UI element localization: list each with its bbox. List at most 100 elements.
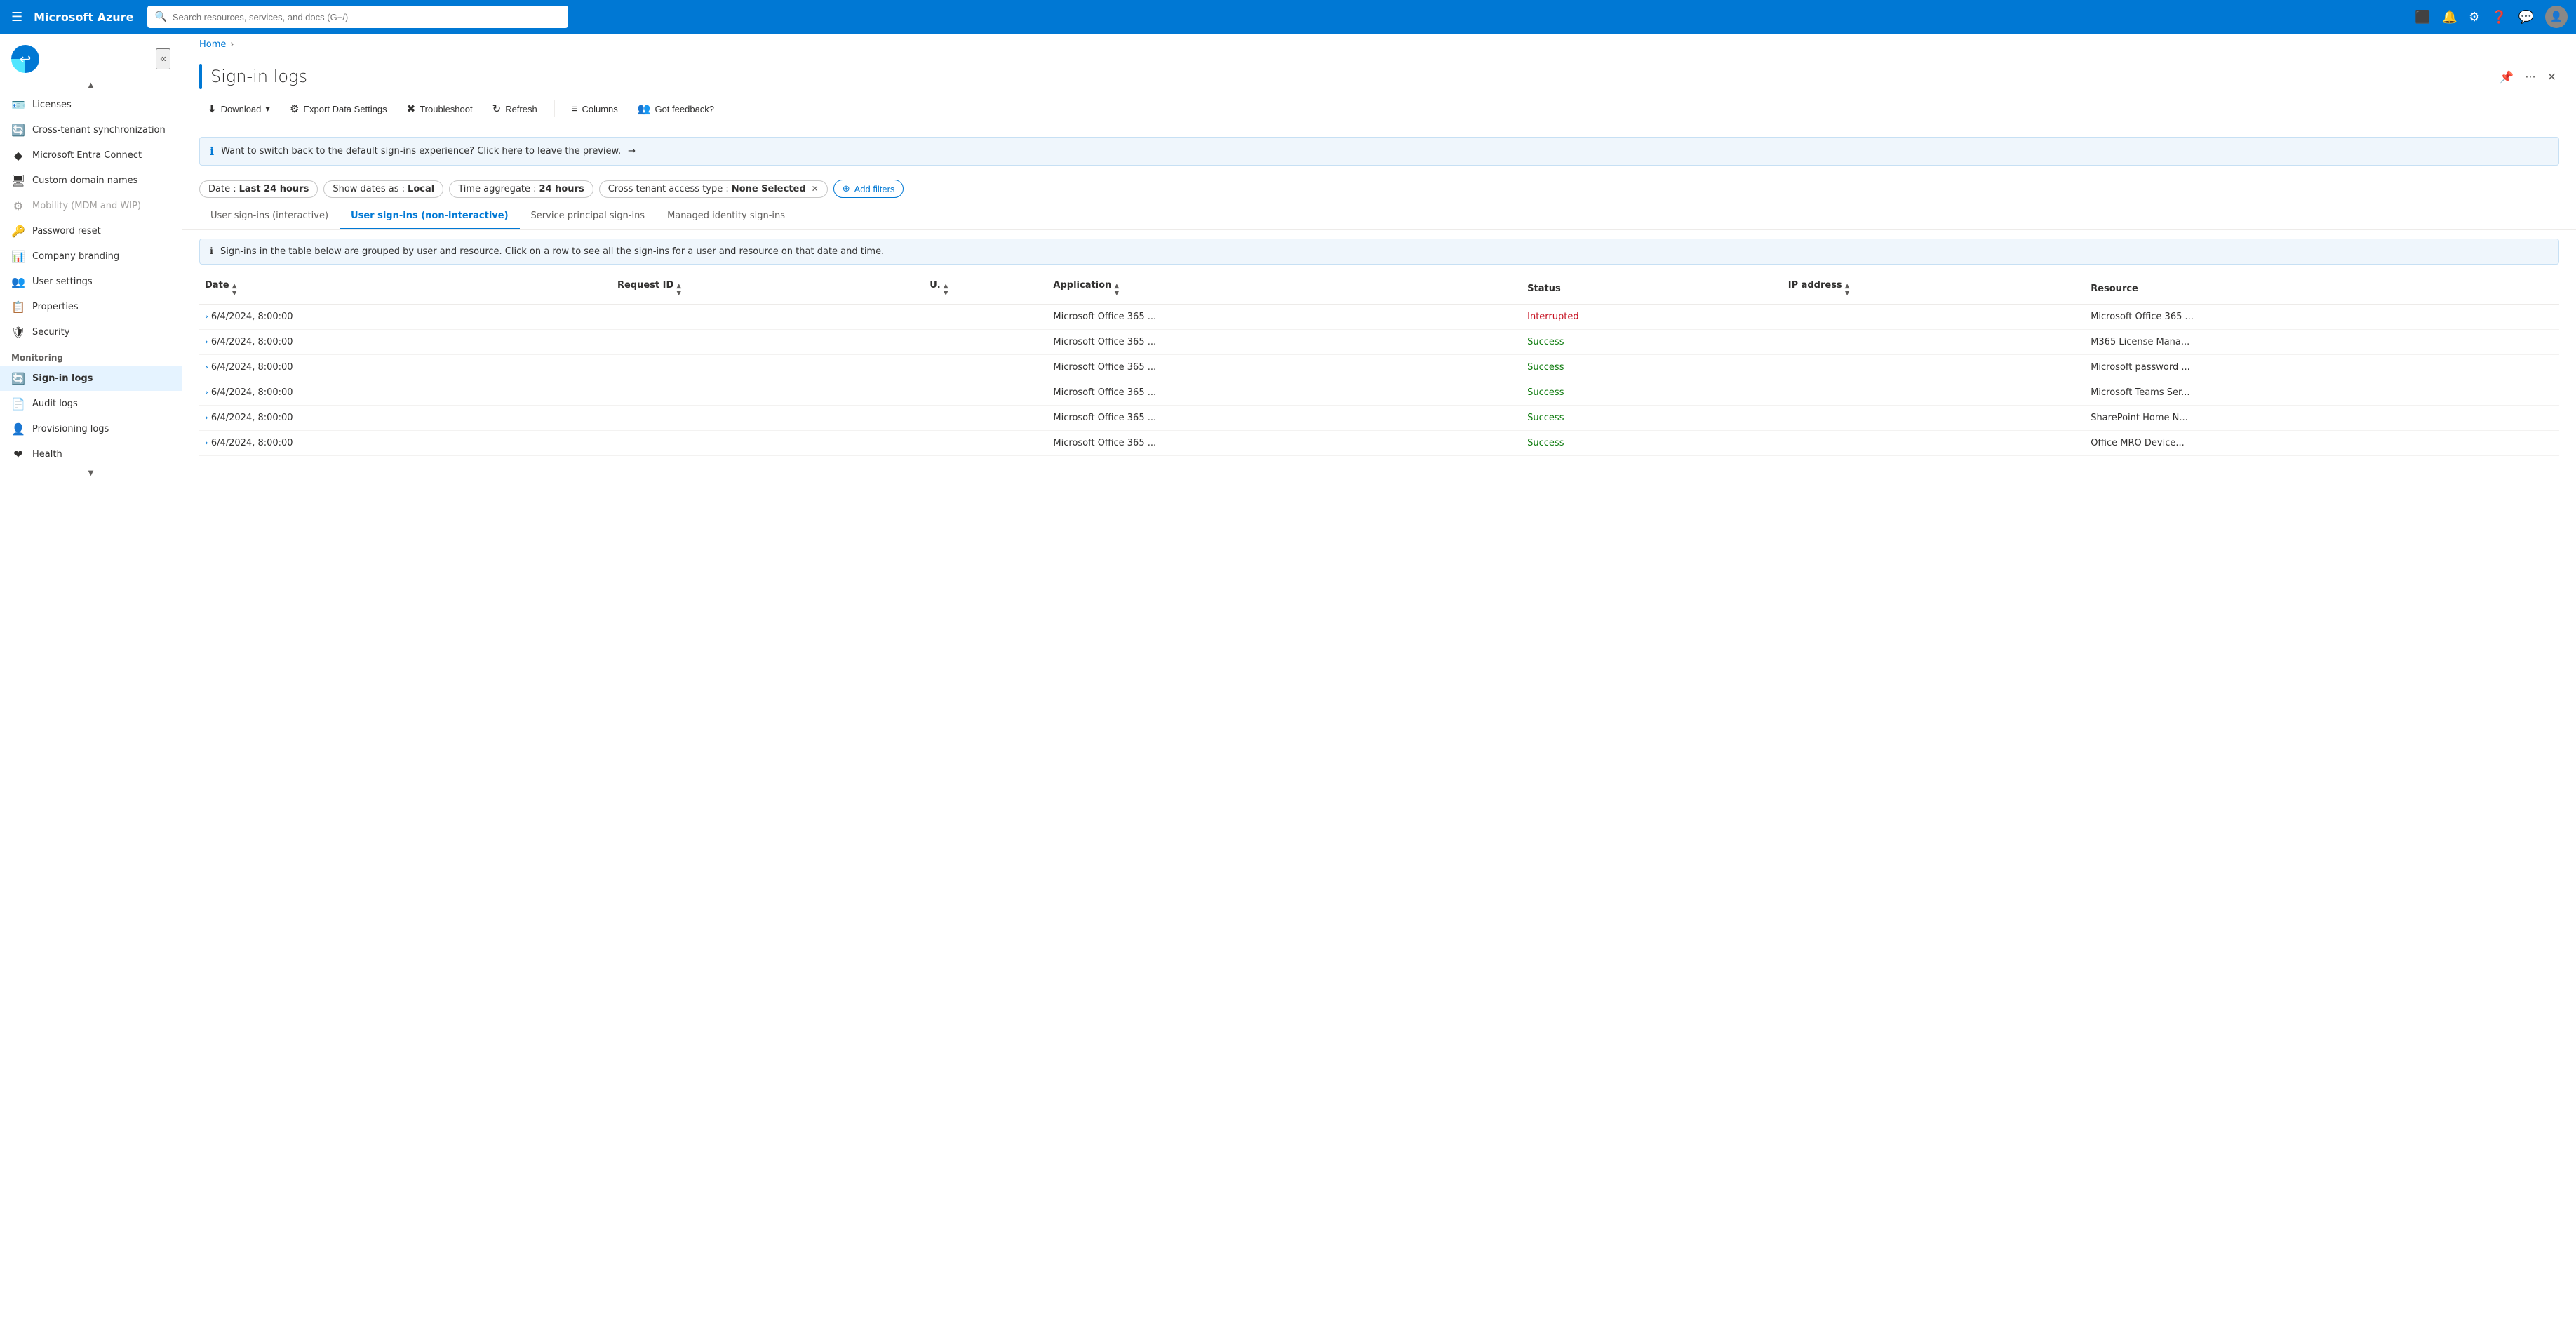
- cell-request-id-5: [612, 431, 924, 456]
- bell-icon[interactable]: 🔔: [2442, 10, 2457, 25]
- toolbar: ⬇ Download ▾ ⚙ Export Data Settings ✖ Tr…: [182, 90, 2576, 128]
- sort-icon: ▲▼: [232, 283, 237, 297]
- sidebar-item-mobility: ⚙ Mobility (MDM and WIP): [0, 193, 182, 218]
- sidebar-item-custom-domain[interactable]: 🖥 Custom domain names: [0, 168, 182, 193]
- col-header-date[interactable]: Date▲▼: [199, 273, 612, 305]
- row-expand-5[interactable]: ›: [205, 438, 208, 448]
- app-title: Microsoft Azure: [34, 11, 133, 24]
- col-header-status: Status: [1522, 273, 1783, 305]
- sidebar-item-password-reset[interactable]: 🔑 Password reset: [0, 218, 182, 244]
- sidebar-scroll-up[interactable]: ▲: [0, 79, 182, 92]
- sidebar-item-properties[interactable]: 📋 Properties: [0, 294, 182, 319]
- page-header-actions: 📌 ··· ✕: [2497, 67, 2559, 86]
- help-icon[interactable]: ❓: [2491, 10, 2507, 25]
- preview-banner-text: Want to switch back to the default sign-…: [221, 146, 621, 156]
- sidebar-item-cross-tenant[interactable]: 🔄 Cross-tenant synchronization: [0, 117, 182, 142]
- sidebar-item-entra-connect[interactable]: ◆ Microsoft Entra Connect: [0, 142, 182, 168]
- search-box[interactable]: 🔍: [147, 6, 568, 28]
- terminal-icon[interactable]: ⬛: [2415, 10, 2430, 25]
- cross-tenant-filter-chip[interactable]: Cross tenant access type : None Selected…: [599, 180, 828, 198]
- download-button[interactable]: ⬇ Download ▾: [199, 98, 279, 119]
- tabs: User sign-ins (interactive)User sign-ins…: [182, 204, 2576, 230]
- table-row[interactable]: ›6/4/2024, 8:00:00 Microsoft Office 365 …: [199, 431, 2559, 456]
- sidebar-item-provisioning-logs[interactable]: 👤 Provisioning logs: [0, 416, 182, 441]
- cell-resource-1: M365 License Mana...: [2085, 330, 2559, 355]
- audit-logs-icon: 📄: [11, 396, 25, 411]
- table-row[interactable]: ›6/4/2024, 8:00:00 Microsoft Office 365 …: [199, 355, 2559, 380]
- tab-service-principal[interactable]: Service principal sign-ins: [520, 204, 657, 229]
- hamburger-menu[interactable]: ☰: [8, 7, 25, 27]
- sidebar-item-label-properties: Properties: [32, 302, 79, 312]
- row-expand-0[interactable]: ›: [205, 312, 208, 321]
- cell-status-3: Success: [1522, 380, 1783, 406]
- feedback-icon[interactable]: 💬: [2518, 10, 2534, 25]
- cell-application-3: Microsoft Office 365 ...: [1047, 380, 1522, 406]
- cross-tenant-close-icon[interactable]: ✕: [812, 184, 819, 194]
- table-row[interactable]: ›6/4/2024, 8:00:00 Microsoft Office 365 …: [199, 330, 2559, 355]
- add-filters-button[interactable]: ⊕ Add filters: [833, 180, 904, 198]
- feedback-button[interactable]: 👥 Got feedback?: [629, 98, 723, 119]
- sidebar-item-health[interactable]: ❤ Health: [0, 441, 182, 467]
- topbar: ☰ Microsoft Azure 🔍 ⬛ 🔔 ⚙ ❓ 💬 👤: [0, 0, 2576, 34]
- entra-connect-icon: ◆: [11, 148, 25, 162]
- table-row[interactable]: ›6/4/2024, 8:00:00 Microsoft Office 365 …: [199, 380, 2559, 406]
- date-filter-chip[interactable]: Date : Last 24 hours: [199, 180, 318, 198]
- more-options-icon[interactable]: ···: [2522, 67, 2538, 86]
- row-expand-3[interactable]: ›: [205, 387, 208, 397]
- download-chevron: ▾: [265, 103, 270, 114]
- cell-status-2: Success: [1522, 355, 1783, 380]
- sidebar-item-security[interactable]: 🛡 Security: [0, 319, 182, 345]
- avatar[interactable]: 👤: [2545, 6, 2568, 28]
- sidebar-item-label-company-branding: Company branding: [32, 251, 119, 262]
- sidebar-item-audit-logs[interactable]: 📄 Audit logs: [0, 391, 182, 416]
- sidebar-item-user-settings[interactable]: 👥 User settings: [0, 269, 182, 294]
- row-expand-2[interactable]: ›: [205, 362, 208, 372]
- tab-managed-identity[interactable]: Managed identity sign-ins: [656, 204, 796, 229]
- cell-application-0: Microsoft Office 365 ...: [1047, 305, 1522, 330]
- col-header-ip_address[interactable]: IP address▲▼: [1783, 273, 2086, 305]
- toolbar-divider: [554, 100, 555, 117]
- table-row[interactable]: ›6/4/2024, 8:00:00 Microsoft Office 365 …: [199, 305, 2559, 330]
- close-icon[interactable]: ✕: [2544, 67, 2559, 86]
- search-input[interactable]: [173, 12, 562, 22]
- sort-icon: ▲▼: [1114, 283, 1119, 297]
- columns-button[interactable]: ≡ Columns: [563, 99, 626, 119]
- pin-icon[interactable]: 📌: [2497, 67, 2516, 86]
- preview-info-banner[interactable]: ℹ Want to switch back to the default sig…: [199, 137, 2559, 166]
- sign-in-logs-icon: 🔄: [11, 371, 25, 385]
- sort-icon: ▲▼: [1845, 283, 1850, 297]
- row-expand-1[interactable]: ›: [205, 337, 208, 347]
- col-header-request_id[interactable]: Request ID▲▼: [612, 273, 924, 305]
- time-agg-filter-chip[interactable]: Time aggregate : 24 hours: [449, 180, 593, 198]
- cell-request-id-3: [612, 380, 924, 406]
- sidebar-item-sign-in-logs[interactable]: 🔄 Sign-in logs: [0, 366, 182, 391]
- sidebar-item-company-branding[interactable]: 📊 Company branding: [0, 244, 182, 269]
- cell-resource-0: Microsoft Office 365 ...: [2085, 305, 2559, 330]
- table-row[interactable]: ›6/4/2024, 8:00:00 Microsoft Office 365 …: [199, 406, 2559, 431]
- row-expand-4[interactable]: ›: [205, 413, 208, 422]
- show-dates-value: Local: [408, 184, 434, 194]
- cell-date-3: ›6/4/2024, 8:00:00: [199, 380, 612, 406]
- tab-interactive[interactable]: User sign-ins (interactive): [199, 204, 340, 229]
- refresh-button[interactable]: ↻ Refresh: [484, 98, 546, 119]
- export-data-settings-button[interactable]: ⚙ Export Data Settings: [281, 98, 396, 119]
- topbar-right: ⬛ 🔔 ⚙ ❓ 💬 👤: [2415, 6, 2568, 28]
- col-header-u[interactable]: U.▲▼: [924, 273, 1047, 305]
- col-header-application[interactable]: Application▲▼: [1047, 273, 1522, 305]
- add-filter-label: Add filters: [854, 184, 895, 194]
- sidebar-scroll-down[interactable]: ▼: [0, 467, 182, 480]
- cell-date-0: ›6/4/2024, 8:00:00: [199, 305, 612, 330]
- breadcrumb-home[interactable]: Home: [199, 39, 226, 50]
- sidebar-logo-area: ↩ «: [0, 34, 182, 79]
- cell-u-3: [924, 380, 1047, 406]
- info-icon: ℹ: [210, 145, 214, 158]
- troubleshoot-button[interactable]: ✖ Troubleshoot: [398, 98, 481, 119]
- show-dates-filter-chip[interactable]: Show dates as : Local: [323, 180, 443, 198]
- sidebar-item-licenses[interactable]: 🪪 Licenses: [0, 92, 182, 117]
- security-icon: 🛡: [11, 325, 25, 339]
- download-label: Download: [221, 104, 262, 114]
- gear-icon[interactable]: ⚙: [2469, 10, 2480, 25]
- tab-non-interactive[interactable]: User sign-ins (non-interactive): [340, 204, 520, 229]
- sidebar-collapse-button[interactable]: «: [156, 48, 170, 69]
- export-icon: ⚙: [290, 102, 299, 115]
